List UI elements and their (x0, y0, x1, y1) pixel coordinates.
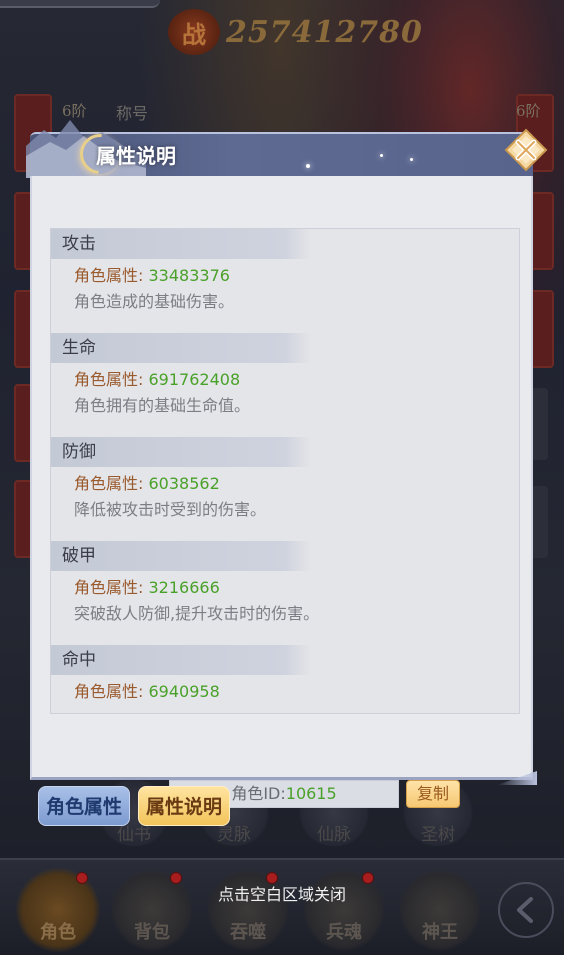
nav-label: 兵魂 (326, 922, 362, 943)
nav-label: 神王 (422, 922, 458, 943)
sparkle-icon (410, 158, 413, 161)
power-badge-icon: 战 (168, 9, 220, 55)
tab-attribute-description[interactable]: 属性说明 (138, 786, 230, 826)
sparkle-icon (306, 164, 310, 168)
attr-key: 角色属性: (74, 578, 144, 597)
bottom-nav: 角色 背包 吞噬 兵魂 神王 (0, 858, 564, 955)
attr-section-hp: 生命 角色属性: 691762408 角色拥有的基础生命值。 (51, 333, 519, 437)
attr-section-attack: 攻击 角色属性: 33483376 角色造成的基础伤害。 (51, 229, 519, 333)
attr-line: 角色属性: 691762408 (74, 367, 519, 393)
nav-label: 角色 (40, 922, 76, 943)
attr-section-hit: 命中 角色属性: 6940958 (51, 645, 519, 713)
section-title: 生命 (51, 333, 519, 363)
attr-key: 角色属性: (74, 682, 144, 701)
attr-value: 6940958 (148, 682, 220, 701)
attr-value: 691762408 (148, 370, 241, 389)
attr-line: 角色属性: 6940958 (74, 679, 519, 705)
tier-label-right: 6阶 (516, 102, 541, 120)
attr-key: 角色属性: (74, 370, 144, 389)
attr-description: 降低被攻击时受到的伤害。 (74, 500, 267, 519)
close-hint-text: 点击空白区域关闭 (217, 885, 346, 904)
attr-section-defense: 防御 角色属性: 6038562 降低被攻击时受到的伤害。 (51, 437, 519, 541)
attribute-list[interactable]: 攻击 角色属性: 33483376 角色造成的基础伤害。 生命 角色属性: 69… (50, 228, 520, 714)
modal-header: 属性说明 (26, 120, 533, 183)
attr-section-armor-break: 破甲 角色属性: 3216666 突破敌人防御,提升攻击时的伤害。 (51, 541, 519, 645)
copy-id-button[interactable]: 复制 (406, 780, 460, 808)
attr-description: 角色拥有的基础生命值。 (74, 396, 251, 415)
attr-line: 角色属性: 6038562 (74, 471, 519, 497)
combat-power: 战 257412780 (168, 6, 428, 58)
attr-line: 角色属性: 33483376 (74, 263, 519, 289)
combat-power-value: 257412780 (226, 14, 423, 50)
sparkle-icon (380, 154, 383, 157)
modal-body: 攻击 角色属性: 33483376 角色造成的基础伤害。 生命 角色属性: 69… (30, 176, 533, 808)
role-id-label: 角色ID: (231, 784, 286, 803)
attr-value: 6038562 (148, 474, 220, 493)
section-title: 防御 (51, 437, 519, 467)
attr-description: 突破敌人防御,提升攻击时的伤害。 (74, 604, 320, 623)
menu-label-1: 仙书 (117, 825, 151, 845)
modal-title: 属性说明 (96, 144, 176, 168)
attribute-info-modal: 属性说明 攻击 角色属性: 33483376 角色造成的基础伤害。 生命 角色属… (26, 120, 548, 808)
menu-label-4: 圣树 (421, 825, 455, 845)
menu-label-3: 仙脉 (317, 825, 351, 845)
role-id-value: 10615 (285, 784, 337, 803)
tab-role-attributes[interactable]: 角色属性 (38, 786, 130, 826)
attr-value: 3216666 (148, 578, 220, 597)
attr-key: 角色属性: (74, 474, 144, 493)
section-title: 攻击 (51, 229, 519, 259)
attr-description: 角色造成的基础伤害。 (74, 292, 235, 311)
attr-description (74, 705, 519, 713)
top-bar-fragment (0, 0, 160, 8)
close-button[interactable] (504, 128, 548, 172)
attr-value: 33483376 (148, 266, 230, 285)
nav-label: 吞噬 (230, 922, 266, 943)
nav-label: 背包 (134, 922, 170, 943)
close-icon (504, 128, 548, 172)
section-title: 破甲 (51, 541, 519, 571)
menu-label-2: 灵脉 (217, 825, 251, 845)
section-title: 命中 (51, 645, 519, 675)
attr-line: 角色属性: 3216666 (74, 575, 519, 601)
attr-key: 角色属性: (74, 266, 144, 285)
